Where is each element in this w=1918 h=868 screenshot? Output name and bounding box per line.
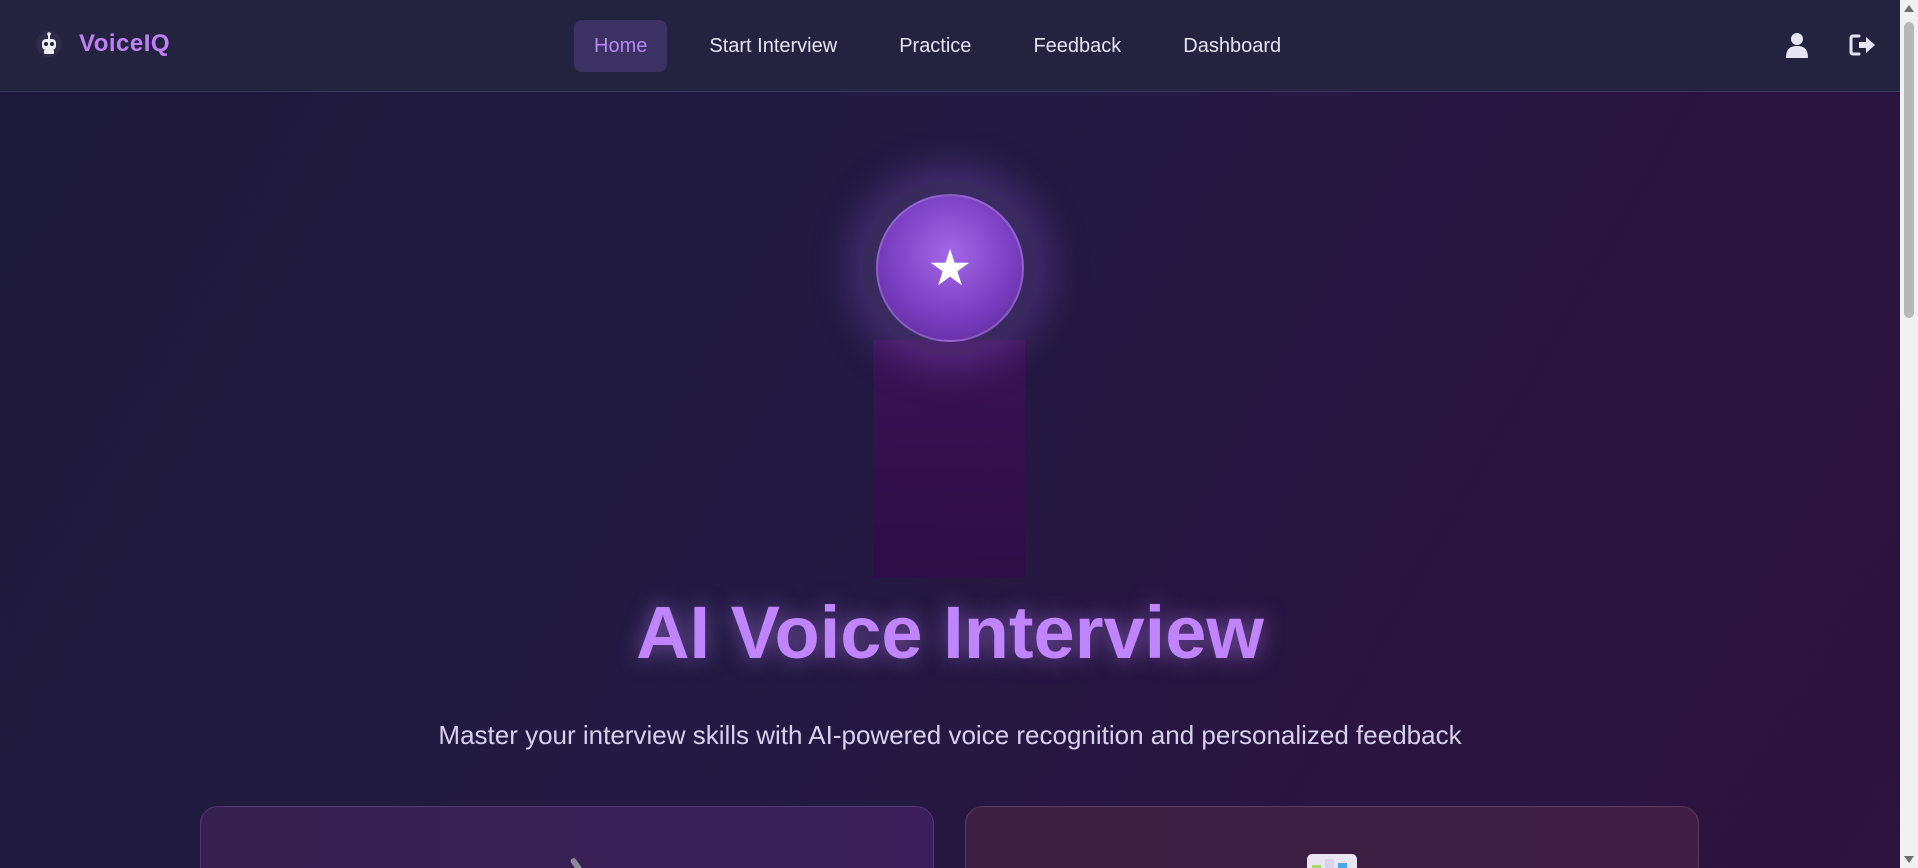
scroll-up-arrow-icon[interactable]	[1904, 5, 1914, 12]
scroll-thumb[interactable]	[1904, 22, 1914, 318]
nav-practice[interactable]: Practice	[879, 20, 991, 72]
feature-card-dashboard[interactable]	[965, 806, 1699, 868]
nav-start-interview[interactable]: Start Interview	[689, 20, 857, 72]
hero-orb: ★	[876, 194, 1024, 342]
user-icon[interactable]	[1782, 30, 1812, 60]
feature-card-voice[interactable]	[200, 806, 934, 868]
dashboard-icon	[1306, 853, 1357, 868]
main-nav: Home Start Interview Practice Feedback D…	[574, 20, 1301, 72]
brand-name: VoiceIQ	[79, 30, 171, 57]
scroll-down-arrow-icon[interactable]	[1904, 856, 1914, 863]
logout-icon[interactable]	[1848, 30, 1878, 60]
nav-actions	[1782, 30, 1878, 60]
nav-home[interactable]: Home	[574, 20, 668, 72]
page-title: AI Voice Interview	[636, 591, 1264, 674]
robot-icon	[33, 28, 65, 60]
vertical-scrollbar[interactable]	[1900, 0, 1918, 868]
hero-light-beam	[873, 340, 1025, 578]
top-navbar: VoiceIQ Home Start Interview Practice Fe…	[0, 0, 1900, 92]
brand-logo-link[interactable]: VoiceIQ	[33, 28, 170, 60]
microphone-icon	[558, 853, 594, 868]
hero-subtitle: Master your interview skills with AI-pow…	[438, 720, 1462, 750]
star-icon: ★	[927, 239, 973, 297]
nav-dashboard[interactable]: Dashboard	[1163, 20, 1301, 72]
nav-feedback[interactable]: Feedback	[1013, 20, 1141, 72]
